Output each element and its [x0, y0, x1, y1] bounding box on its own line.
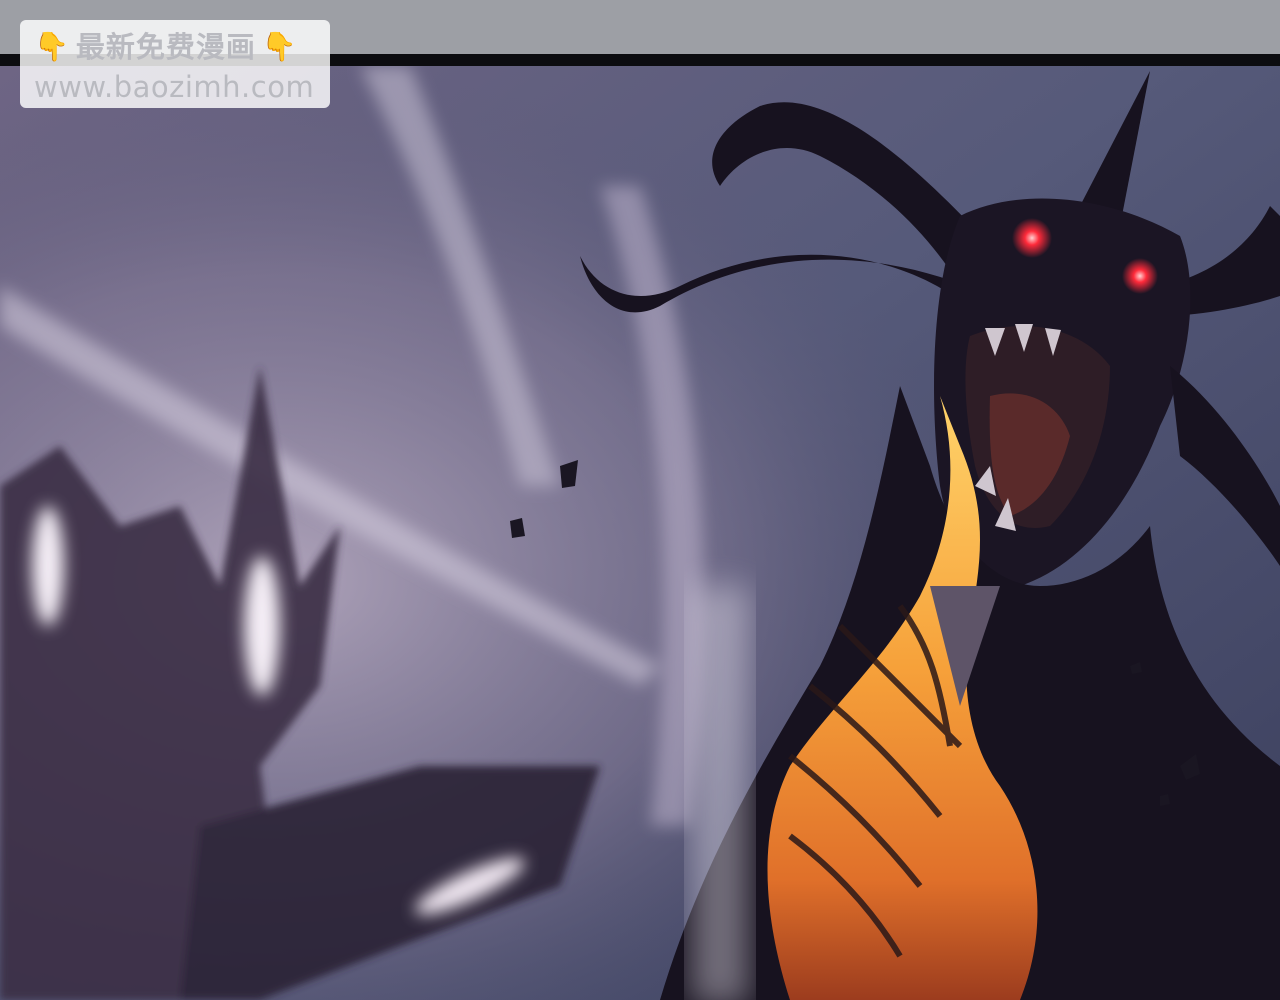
watermark-url: www.baozimh.com	[34, 70, 315, 104]
pointing-down-hand-icon: 👇	[261, 30, 298, 63]
site-watermark: 👇 最新免费漫画 👇 www.baozimh.com	[20, 20, 330, 108]
comic-panel	[0, 66, 1280, 1000]
pointing-down-hand-icon: 👇	[34, 30, 70, 63]
watermark-title: 最新免费漫画	[75, 30, 256, 64]
comic-illustration	[0, 66, 1280, 1000]
watermark-title-row: 👇 最新免费漫画 👇	[34, 28, 320, 66]
